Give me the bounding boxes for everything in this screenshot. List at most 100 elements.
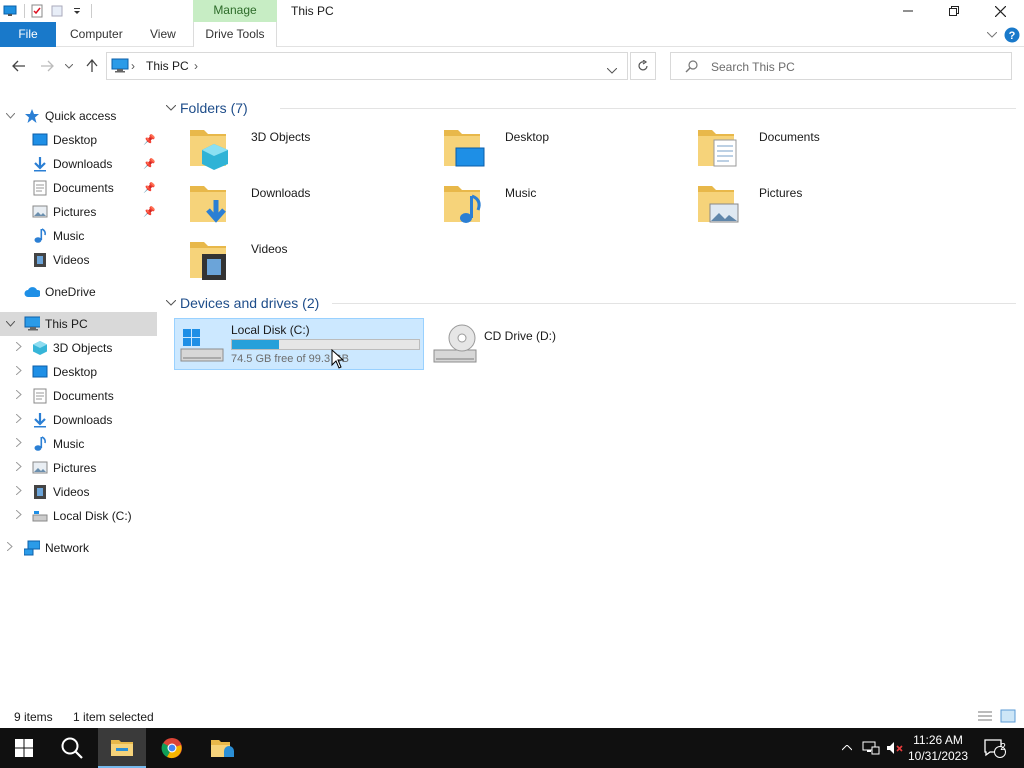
sidebar-item-pictures[interactable]: Pictures <box>0 456 157 480</box>
pin-icon[interactable]: 📌 <box>143 159 155 170</box>
minimize-button[interactable] <box>885 0 931 22</box>
start-button[interactable] <box>0 728 48 768</box>
sidebar-item-label: Local Disk (C:) <box>53 509 132 523</box>
customize-dropdown-icon[interactable] <box>69 3 85 19</box>
folder-tile-pictures[interactable]: Pictures <box>688 178 938 230</box>
action-center-button[interactable]: 2 <box>980 728 1010 768</box>
folder-tile-music[interactable]: Music <box>434 178 684 230</box>
expand-chevron-icon[interactable] <box>14 485 24 498</box>
file-explorer-taskbar-button[interactable] <box>98 728 146 768</box>
pictures-icon <box>32 204 48 220</box>
selection-count: 1 item selected <box>73 710 154 724</box>
title-bar: Manage This PC <box>0 0 1024 22</box>
sidebar-item-quick-access[interactable]: Quick access <box>0 104 157 128</box>
sidebar-item-desktop[interactable]: Desktop 📌 <box>0 128 157 152</box>
sidebar-item-local-disk[interactable]: Local Disk (C:) <box>0 504 157 528</box>
drive-tile-local-disk[interactable]: Local Disk (C:) 74.5 GB free of 99.3 GB <box>174 318 424 370</box>
new-folder-icon[interactable] <box>49 3 65 19</box>
pin-icon[interactable]: 📌 <box>143 183 155 194</box>
pin-icon[interactable]: 📌 <box>143 207 155 218</box>
address-bar[interactable]: › This PC › <box>106 52 628 80</box>
divider <box>280 108 1016 109</box>
collapse-chevron-icon[interactable] <box>165 298 180 309</box>
pin-icon[interactable]: 📌 <box>143 135 155 146</box>
up-button[interactable] <box>82 56 102 76</box>
sidebar-item-documents[interactable]: Documents <box>0 384 157 408</box>
refresh-button[interactable] <box>630 52 656 80</box>
sidebar-item-3d-objects[interactable]: 3D Objects <box>0 336 157 360</box>
folder-tile-desktop[interactable]: Desktop <box>434 122 684 174</box>
folder-label: Pictures <box>759 186 803 200</box>
expand-chevron-icon[interactable] <box>14 365 24 378</box>
collapse-chevron-icon[interactable] <box>165 103 180 114</box>
address-dropdown-button[interactable] <box>606 63 618 77</box>
search-taskbar-button[interactable] <box>48 728 96 768</box>
expand-chevron-icon[interactable] <box>5 111 15 122</box>
sidebar-item-this-pc[interactable]: This PC <box>0 312 157 336</box>
sidebar-item-label: Videos <box>53 485 90 499</box>
file-explorer-icon <box>111 740 133 756</box>
sidebar-item-music[interactable]: Music <box>0 224 157 248</box>
folders-group-header[interactable]: Folders (7) <box>165 98 248 118</box>
expand-chevron-icon[interactable] <box>5 541 15 554</box>
show-hidden-icons-button[interactable] <box>838 728 856 768</box>
sidebar-item-documents[interactable]: Documents 📌 <box>0 176 157 200</box>
content-pane: Folders (7) 3D Objects Desktop Documents… <box>160 92 1024 706</box>
expand-chevron-icon[interactable] <box>14 413 24 426</box>
sidebar-item-label: 3D Objects <box>53 341 113 355</box>
drive-usage-fill <box>232 340 279 349</box>
tab-computer[interactable]: Computer <box>70 22 123 47</box>
folder-tile-downloads[interactable]: Downloads <box>180 178 430 230</box>
pinned-app-taskbar-button[interactable] <box>198 728 246 768</box>
expand-chevron-icon[interactable] <box>14 461 24 474</box>
network-tray-button[interactable] <box>860 728 882 768</box>
pc-small-icon[interactable] <box>2 3 18 19</box>
chevron-down-icon <box>65 63 73 69</box>
tab-drive-tools[interactable]: Drive Tools <box>193 22 277 47</box>
folder-tile-documents[interactable]: Documents <box>688 122 938 174</box>
drives-group-header[interactable]: Devices and drives (2) <box>165 293 319 313</box>
forward-button[interactable] <box>37 56 57 76</box>
recent-locations-button[interactable] <box>62 56 76 76</box>
expand-chevron-icon[interactable] <box>14 509 24 522</box>
ribbon-tabs: File Computer View Drive Tools ? <box>0 22 1024 47</box>
help-button[interactable]: ? <box>1003 26 1021 44</box>
tab-file[interactable]: File <box>0 22 56 47</box>
breadcrumb-separator[interactable]: › <box>194 59 198 73</box>
tiles-view-button[interactable] <box>1000 709 1016 726</box>
restore-button[interactable] <box>931 0 977 22</box>
tab-view[interactable]: View <box>150 22 176 47</box>
expand-chevron-icon[interactable] <box>5 319 15 330</box>
sidebar-item-videos[interactable]: Videos <box>0 480 157 504</box>
back-arrow-icon <box>12 60 25 72</box>
folder-tile-3d-objects[interactable]: 3D Objects <box>180 122 430 174</box>
expand-ribbon-button[interactable] <box>983 26 1001 44</box>
sidebar-item-downloads[interactable]: Downloads <box>0 408 157 432</box>
sidebar-item-videos[interactable]: Videos <box>0 248 157 272</box>
close-button[interactable] <box>977 0 1023 22</box>
properties-icon[interactable] <box>29 3 45 19</box>
search-box[interactable]: Search This PC <box>670 52 1012 80</box>
expand-chevron-icon[interactable] <box>14 437 24 450</box>
documents-folder-icon <box>698 130 737 167</box>
file-explorer-window: Manage This PC File Computer View Drive … <box>0 0 1024 768</box>
expand-chevron-icon[interactable] <box>14 389 24 402</box>
expand-chevron-icon[interactable] <box>14 341 24 354</box>
manage-contextual-tab[interactable]: Manage <box>193 0 277 22</box>
sidebar-item-network[interactable]: Network <box>0 536 157 560</box>
drive-tile-cd-drive[interactable]: CD Drive (D:) <box>428 318 678 370</box>
sidebar-item-desktop[interactable]: Desktop <box>0 360 157 384</box>
sidebar-item-onedrive[interactable]: OneDrive <box>0 280 157 304</box>
search-input[interactable]: Search This PC <box>711 60 795 74</box>
sidebar-item-music[interactable]: Music <box>0 432 157 456</box>
clock[interactable]: 11:26 AM 10/31/2023 <box>900 732 976 764</box>
sidebar-item-pictures[interactable]: Pictures 📌 <box>0 200 157 224</box>
sidebar-item-downloads[interactable]: Downloads 📌 <box>0 152 157 176</box>
desktop-folder-icon <box>444 130 485 167</box>
chrome-taskbar-button[interactable] <box>148 728 196 768</box>
back-button[interactable] <box>9 56 29 76</box>
breadcrumb-separator[interactable]: › <box>131 59 135 73</box>
breadcrumb[interactable]: This PC <box>146 59 189 73</box>
folder-tile-videos[interactable]: Videos <box>180 234 430 286</box>
details-view-button[interactable] <box>977 710 993 725</box>
